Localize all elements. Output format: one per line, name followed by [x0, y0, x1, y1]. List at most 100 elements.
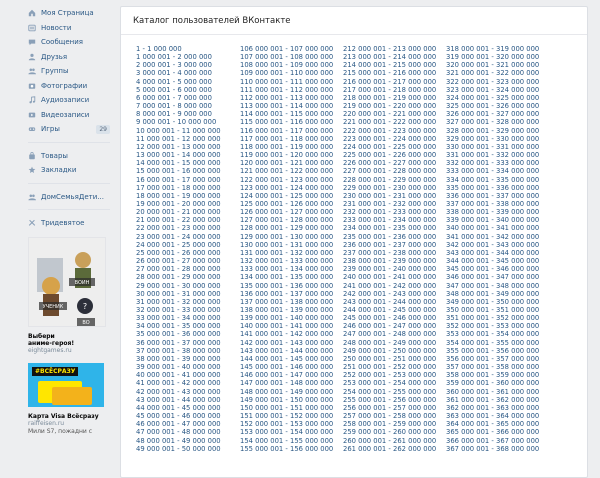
catalog-range-link[interactable]: 35 000 001 - 36 000 000	[136, 330, 221, 338]
catalog-range-link[interactable]: 37 000 001 - 38 000 000	[136, 347, 221, 355]
catalog-range-link[interactable]: 28 000 001 - 29 000 000	[136, 273, 221, 281]
catalog-range-link[interactable]: 49 000 001 - 50 000 000	[136, 445, 221, 453]
ad-title[interactable]: Выбери	[28, 333, 110, 340]
ad-subtitle[interactable]: аниме-героя!	[28, 340, 110, 347]
catalog-range-link[interactable]: 354 000 001 - 355 000 000	[446, 339, 539, 347]
catalog-range-link[interactable]: 117 000 001 - 118 000 000	[240, 135, 333, 143]
catalog-range-link[interactable]: 365 000 001 - 366 000 000	[446, 428, 539, 436]
catalog-range-link[interactable]: 216 000 001 - 217 000 000	[343, 78, 436, 86]
catalog-range-link[interactable]: 21 000 001 - 22 000 000	[136, 216, 221, 224]
catalog-range-link[interactable]: 246 000 001 - 247 000 000	[343, 322, 436, 330]
catalog-range-link[interactable]: 123 000 001 - 124 000 000	[240, 184, 333, 192]
catalog-range-link[interactable]: 213 000 001 - 214 000 000	[343, 53, 436, 61]
catalog-range-link[interactable]: 346 000 001 - 347 000 000	[446, 273, 539, 281]
catalog-range-link[interactable]: 24 000 001 - 25 000 000	[136, 241, 221, 249]
catalog-range-link[interactable]: 111 000 001 - 112 000 000	[240, 86, 333, 94]
catalog-range-link[interactable]: 20 000 001 - 21 000 000	[136, 208, 221, 216]
catalog-range-link[interactable]: 39 000 001 - 40 000 000	[136, 363, 221, 371]
catalog-range-link[interactable]: 218 000 001 - 219 000 000	[343, 94, 436, 102]
catalog-range-link[interactable]: 256 000 001 - 257 000 000	[343, 404, 436, 412]
catalog-range-link[interactable]: 110 000 001 - 111 000 000	[240, 78, 333, 86]
catalog-range-link[interactable]: 122 000 001 - 123 000 000	[240, 176, 333, 184]
sidebar-item-video[interactable]: Видеозаписи	[28, 108, 110, 123]
catalog-range-link[interactable]: 5 000 001 - 6 000 000	[136, 86, 221, 94]
catalog-range-link[interactable]: 1 000 001 - 2 000 000	[136, 53, 221, 61]
catalog-range-link[interactable]: 152 000 001 - 153 000 000	[240, 420, 333, 428]
catalog-range-link[interactable]: 146 000 001 - 147 000 000	[240, 371, 333, 379]
catalog-range-link[interactable]: 235 000 001 - 236 000 000	[343, 233, 436, 241]
catalog-range-link[interactable]: 149 000 001 - 150 000 000	[240, 396, 333, 404]
catalog-range-link[interactable]: 107 000 001 - 108 000 000	[240, 53, 333, 61]
ad-anime-image[interactable]: ? ВОИН УЧЕНИК ВО	[28, 236, 106, 327]
catalog-range-link[interactable]: 336 000 001 - 337 000 000	[446, 192, 539, 200]
catalog-range-link[interactable]: 142 000 001 - 143 000 000	[240, 339, 333, 347]
catalog-range-link[interactable]: 240 000 001 - 241 000 000	[343, 273, 436, 281]
catalog-range-link[interactable]: 129 000 001 - 130 000 000	[240, 233, 333, 241]
catalog-range-link[interactable]: 11 000 001 - 12 000 000	[136, 135, 221, 143]
catalog-range-link[interactable]: 337 000 001 - 338 000 000	[446, 200, 539, 208]
catalog-range-link[interactable]: 113 000 001 - 114 000 000	[240, 102, 333, 110]
sidebar-item-friends[interactable]: Друзья	[28, 50, 110, 65]
catalog-range-link[interactable]: 351 000 001 - 352 000 000	[446, 314, 539, 322]
catalog-range-link[interactable]: 363 000 001 - 364 000 000	[446, 412, 539, 420]
catalog-range-link[interactable]: 335 000 001 - 336 000 000	[446, 184, 539, 192]
sidebar-item-app[interactable]: Тридевятое	[28, 216, 110, 231]
catalog-range-link[interactable]: 223 000 001 - 224 000 000	[343, 135, 436, 143]
catalog-range-link[interactable]: 344 000 001 - 345 000 000	[446, 257, 539, 265]
catalog-range-link[interactable]: 12 000 001 - 13 000 000	[136, 143, 221, 151]
catalog-range-link[interactable]: 42 000 001 - 43 000 000	[136, 388, 221, 396]
catalog-range-link[interactable]: 360 000 001 - 361 000 000	[446, 388, 539, 396]
catalog-range-link[interactable]: 322 000 001 - 323 000 000	[446, 78, 539, 86]
catalog-range-link[interactable]: 249 000 001 - 250 000 000	[343, 347, 436, 355]
catalog-range-link[interactable]: 144 000 001 - 145 000 000	[240, 355, 333, 363]
catalog-range-link[interactable]: 245 000 001 - 246 000 000	[343, 314, 436, 322]
catalog-range-link[interactable]: 127 000 001 - 128 000 000	[240, 216, 333, 224]
catalog-range-link[interactable]: 320 000 001 - 321 000 000	[446, 61, 539, 69]
catalog-range-link[interactable]: 150 000 001 - 151 000 000	[240, 404, 333, 412]
catalog-range-link[interactable]: 237 000 001 - 238 000 000	[343, 249, 436, 257]
catalog-range-link[interactable]: 251 000 001 - 252 000 000	[343, 363, 436, 371]
catalog-range-link[interactable]: 143 000 001 - 144 000 000	[240, 347, 333, 355]
catalog-range-link[interactable]: 231 000 001 - 232 000 000	[343, 200, 436, 208]
catalog-range-link[interactable]: 6 000 001 - 7 000 000	[136, 94, 221, 102]
catalog-range-link[interactable]: 364 000 001 - 365 000 000	[446, 420, 539, 428]
catalog-range-link[interactable]: 140 000 001 - 141 000 000	[240, 322, 333, 330]
catalog-range-link[interactable]: 135 000 001 - 136 000 000	[240, 282, 333, 290]
catalog-range-link[interactable]: 349 000 001 - 350 000 000	[446, 298, 539, 306]
catalog-range-link[interactable]: 115 000 001 - 116 000 000	[240, 118, 333, 126]
catalog-range-link[interactable]: 19 000 001 - 20 000 000	[136, 200, 221, 208]
catalog-range-link[interactable]: 116 000 001 - 117 000 000	[240, 127, 333, 135]
catalog-range-link[interactable]: 109 000 001 - 110 000 000	[240, 69, 333, 77]
catalog-range-link[interactable]: 22 000 001 - 23 000 000	[136, 224, 221, 232]
sidebar-item-message[interactable]: Сообщения	[28, 35, 110, 50]
catalog-range-link[interactable]: 215 000 001 - 216 000 000	[343, 69, 436, 77]
catalog-range-link[interactable]: 118 000 001 - 119 000 000	[240, 143, 333, 151]
catalog-range-link[interactable]: 250 000 001 - 251 000 000	[343, 355, 436, 363]
catalog-range-link[interactable]: 241 000 001 - 242 000 000	[343, 282, 436, 290]
catalog-range-link[interactable]: 243 000 001 - 244 000 000	[343, 298, 436, 306]
catalog-range-link[interactable]: 225 000 001 - 226 000 000	[343, 151, 436, 159]
sidebar-item-home[interactable]: Моя Страница	[28, 6, 110, 21]
catalog-range-link[interactable]: 222 000 001 - 223 000 000	[343, 127, 436, 135]
sidebar-item-news[interactable]: Новости	[28, 21, 110, 36]
catalog-range-link[interactable]: 219 000 001 - 220 000 000	[343, 102, 436, 110]
catalog-range-link[interactable]: 333 000 001 - 334 000 000	[446, 167, 539, 175]
catalog-range-link[interactable]: 136 000 001 - 137 000 000	[240, 290, 333, 298]
catalog-range-link[interactable]: 15 000 001 - 16 000 000	[136, 167, 221, 175]
catalog-range-link[interactable]: 212 000 001 - 213 000 000	[343, 45, 436, 53]
sidebar-item-bag[interactable]: Товары	[28, 149, 110, 164]
catalog-range-link[interactable]: 224 000 001 - 225 000 000	[343, 143, 436, 151]
catalog-range-link[interactable]: 2 000 001 - 3 000 000	[136, 61, 221, 69]
catalog-range-link[interactable]: 319 000 001 - 320 000 000	[446, 53, 539, 61]
catalog-range-link[interactable]: 13 000 001 - 14 000 000	[136, 151, 221, 159]
catalog-range-link[interactable]: 367 000 001 - 368 000 000	[446, 445, 539, 453]
catalog-range-link[interactable]: 356 000 001 - 357 000 000	[446, 355, 539, 363]
catalog-range-link[interactable]: 326 000 001 - 327 000 000	[446, 110, 539, 118]
catalog-range-link[interactable]: 148 000 001 - 149 000 000	[240, 388, 333, 396]
catalog-range-link[interactable]: 232 000 001 - 233 000 000	[343, 208, 436, 216]
ad-visa-image[interactable]: #ВСЁСРАЗУ	[28, 362, 104, 407]
catalog-range-link[interactable]: 334 000 001 - 335 000 000	[446, 176, 539, 184]
catalog-range-link[interactable]: 9 000 001 - 10 000 000	[136, 118, 221, 126]
catalog-range-link[interactable]: 236 000 001 - 237 000 000	[343, 241, 436, 249]
ad-link[interactable]: eightgames.ru	[28, 347, 110, 355]
